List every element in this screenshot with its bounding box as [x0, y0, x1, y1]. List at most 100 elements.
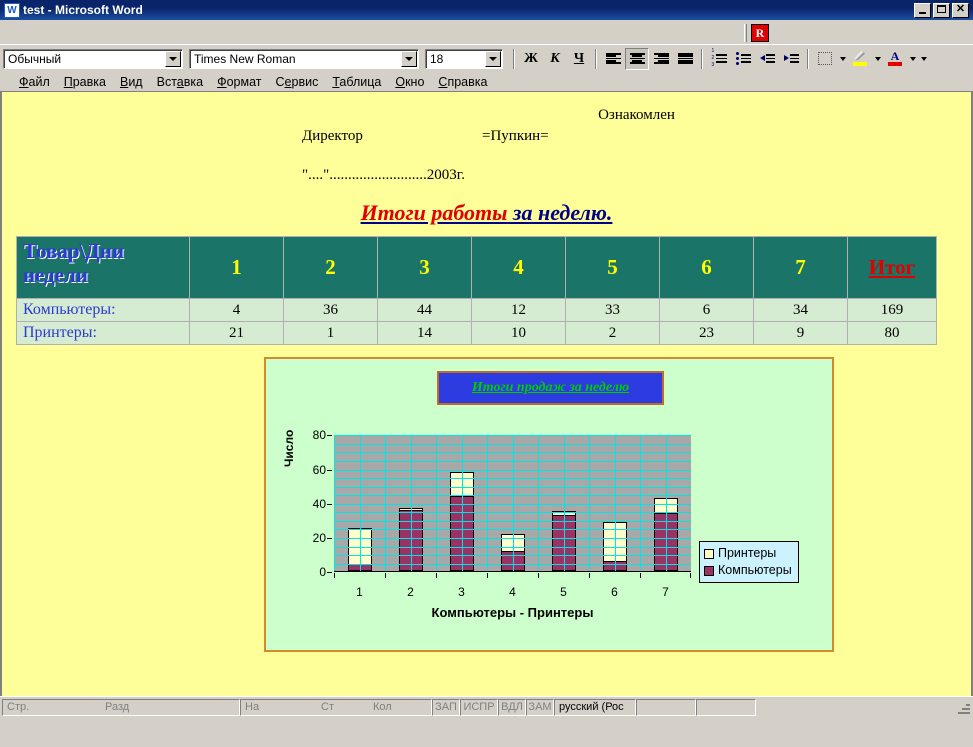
- header-approval-line: Ознакомлен: [598, 107, 675, 123]
- font-color-dropdown-arrow[interactable]: [907, 49, 918, 69]
- table-row-label: Принтеры:: [16, 321, 190, 346]
- chart-x-tick-label: 5: [538, 573, 589, 601]
- results-table[interactable]: Товар\Дни недели 1 2 3 4 5 6 7 Итог Комп…: [16, 236, 937, 346]
- chart-gridline-v: [410, 435, 412, 572]
- highlight-button[interactable]: [848, 48, 872, 70]
- chart-gridline-v: [640, 435, 641, 572]
- chevron-down-icon[interactable]: [401, 50, 417, 67]
- style-combobox[interactable]: Обычный: [3, 48, 183, 69]
- toolbar-grip[interactable]: [744, 24, 747, 42]
- table-cell: 14: [377, 321, 472, 346]
- menu-item-window[interactable]: Окно: [388, 74, 431, 90]
- chart-gridline-v: [436, 435, 437, 572]
- menu-item-format[interactable]: Формат: [210, 74, 268, 90]
- chart-y-tick-label: 80: [312, 428, 326, 443]
- table-header-day-2: 2: [283, 236, 378, 300]
- chevron-down-icon[interactable]: [165, 50, 181, 67]
- menu-item-edit[interactable]: Правка: [57, 74, 113, 90]
- align-left-icon: [605, 53, 621, 64]
- table-row: Компьютеры: 4 36 44 12 33 6 34 169: [16, 298, 937, 323]
- window-controls: ✕: [914, 2, 971, 18]
- chart-x-tick-label: 6: [589, 573, 640, 601]
- chart-y-tick-mark: [327, 469, 332, 471]
- chart-title: Итоги продаж за неделю: [471, 380, 630, 396]
- status-section-label: Разд: [105, 701, 130, 713]
- font-size-combobox[interactable]: 18: [425, 48, 503, 69]
- chart-y-tick-mark: [327, 572, 332, 574]
- italic-icon: К: [550, 50, 560, 66]
- maximize-button[interactable]: [933, 2, 950, 18]
- bulleted-list-button[interactable]: [731, 48, 755, 70]
- chart-legend: Принтеры Компьютеры: [699, 541, 799, 584]
- status-language[interactable]: русский (Рос: [554, 698, 636, 716]
- align-left-button[interactable]: [601, 48, 625, 70]
- chart-legend-item: Принтеры: [704, 545, 792, 562]
- chart-y-tick-label: 0: [319, 565, 326, 580]
- increase-indent-icon: [783, 53, 799, 64]
- chart-gridline-v: [487, 435, 488, 572]
- chart-y-tick-mark: [327, 435, 332, 437]
- menu-item-help[interactable]: Справка: [431, 74, 494, 90]
- status-ext-flag[interactable]: ВДЛ: [498, 698, 526, 716]
- table-header-day-7: 7: [753, 236, 848, 300]
- align-center-button[interactable]: [625, 47, 649, 70]
- word-document-icon: W: [4, 2, 20, 18]
- font-combobox[interactable]: Times New Roman: [189, 48, 419, 69]
- status-rec-flag[interactable]: ЗАП: [432, 698, 460, 716]
- borders-button[interactable]: [813, 48, 837, 70]
- align-justify-button[interactable]: [673, 48, 697, 70]
- toolbar-separator: [513, 48, 515, 69]
- toolbar-overflow-arrow[interactable]: [918, 49, 929, 69]
- table-cell: 10: [471, 321, 566, 346]
- chart-gridline-v: [589, 435, 590, 572]
- chart-legend-swatch: [704, 548, 714, 559]
- numbered-list-button[interactable]: 123: [707, 48, 731, 70]
- status-bar: Стр. Разд На Ст Кол ЗАП ИСПР ВДЛ ЗАМ рус…: [0, 696, 973, 717]
- bold-button[interactable]: Ж: [519, 48, 543, 70]
- upper-toolbar-strip: R: [0, 20, 973, 44]
- chart-x-tick-label: 4: [487, 573, 538, 601]
- status-ovr-flag[interactable]: ЗАМ: [526, 698, 554, 716]
- menu-item-tools[interactable]: Сервис: [269, 74, 326, 90]
- status-at-label: На: [245, 701, 260, 713]
- italic-button[interactable]: К: [543, 48, 567, 70]
- minimize-button[interactable]: [914, 2, 931, 18]
- chart-y-tick-label: 60: [312, 462, 326, 477]
- menu-item-view[interactable]: Вид: [113, 74, 150, 90]
- chart-gridline-v: [334, 435, 335, 572]
- chevron-down-icon[interactable]: [485, 50, 501, 67]
- table-corner-header-line2: недели: [23, 262, 88, 287]
- formatting-toolbar: Обычный Times New Roman 18 Ж К Ч 123 A: [0, 44, 973, 72]
- decrease-indent-icon: [759, 53, 775, 64]
- font-color-button[interactable]: A: [883, 48, 907, 70]
- font-color-icon: A: [887, 50, 903, 66]
- align-justify-icon: [677, 53, 693, 64]
- table-header-day-6: 6: [659, 236, 754, 300]
- chart-legend-item: Компьютеры: [704, 562, 792, 579]
- status-trk-flag[interactable]: ИСПР: [460, 698, 498, 716]
- page-title: Итоги работы за неделю.: [2, 200, 971, 226]
- finereader-toolbar[interactable]: R: [744, 22, 788, 44]
- borders-dropdown-arrow[interactable]: [837, 49, 848, 69]
- increase-indent-button[interactable]: [779, 48, 803, 70]
- header-director-line: Директор =Пупкин=: [2, 125, 971, 146]
- finereader-icon[interactable]: R: [751, 24, 769, 42]
- font-value: Times New Roman: [194, 51, 296, 66]
- embedded-chart-object[interactable]: Итоги продаж за неделю Число 0 20 40 60 80 1…: [264, 357, 834, 653]
- highlight-dropdown-arrow[interactable]: [872, 49, 883, 69]
- chart-x-tick-label: 2: [385, 573, 436, 601]
- chart-gridline-v: [359, 435, 361, 572]
- resize-grip-icon[interactable]: [956, 700, 970, 714]
- align-right-button[interactable]: [649, 48, 673, 70]
- borders-icon: [818, 52, 832, 65]
- menu-item-table[interactable]: Таблица: [325, 74, 388, 90]
- menu-item-file[interactable]: Файл: [12, 74, 57, 90]
- table-cell: 36: [283, 298, 378, 323]
- close-icon[interactable]: ✕: [952, 2, 969, 18]
- underline-icon: Ч: [573, 50, 585, 66]
- document-canvas[interactable]: Ознакомлен Директор =Пупкин= "....".....…: [0, 92, 973, 696]
- underline-button[interactable]: Ч: [567, 48, 591, 70]
- page-title-part-blue: за неделю.: [507, 200, 613, 226]
- menu-item-insert[interactable]: Вставка: [150, 74, 210, 90]
- decrease-indent-button[interactable]: [755, 48, 779, 70]
